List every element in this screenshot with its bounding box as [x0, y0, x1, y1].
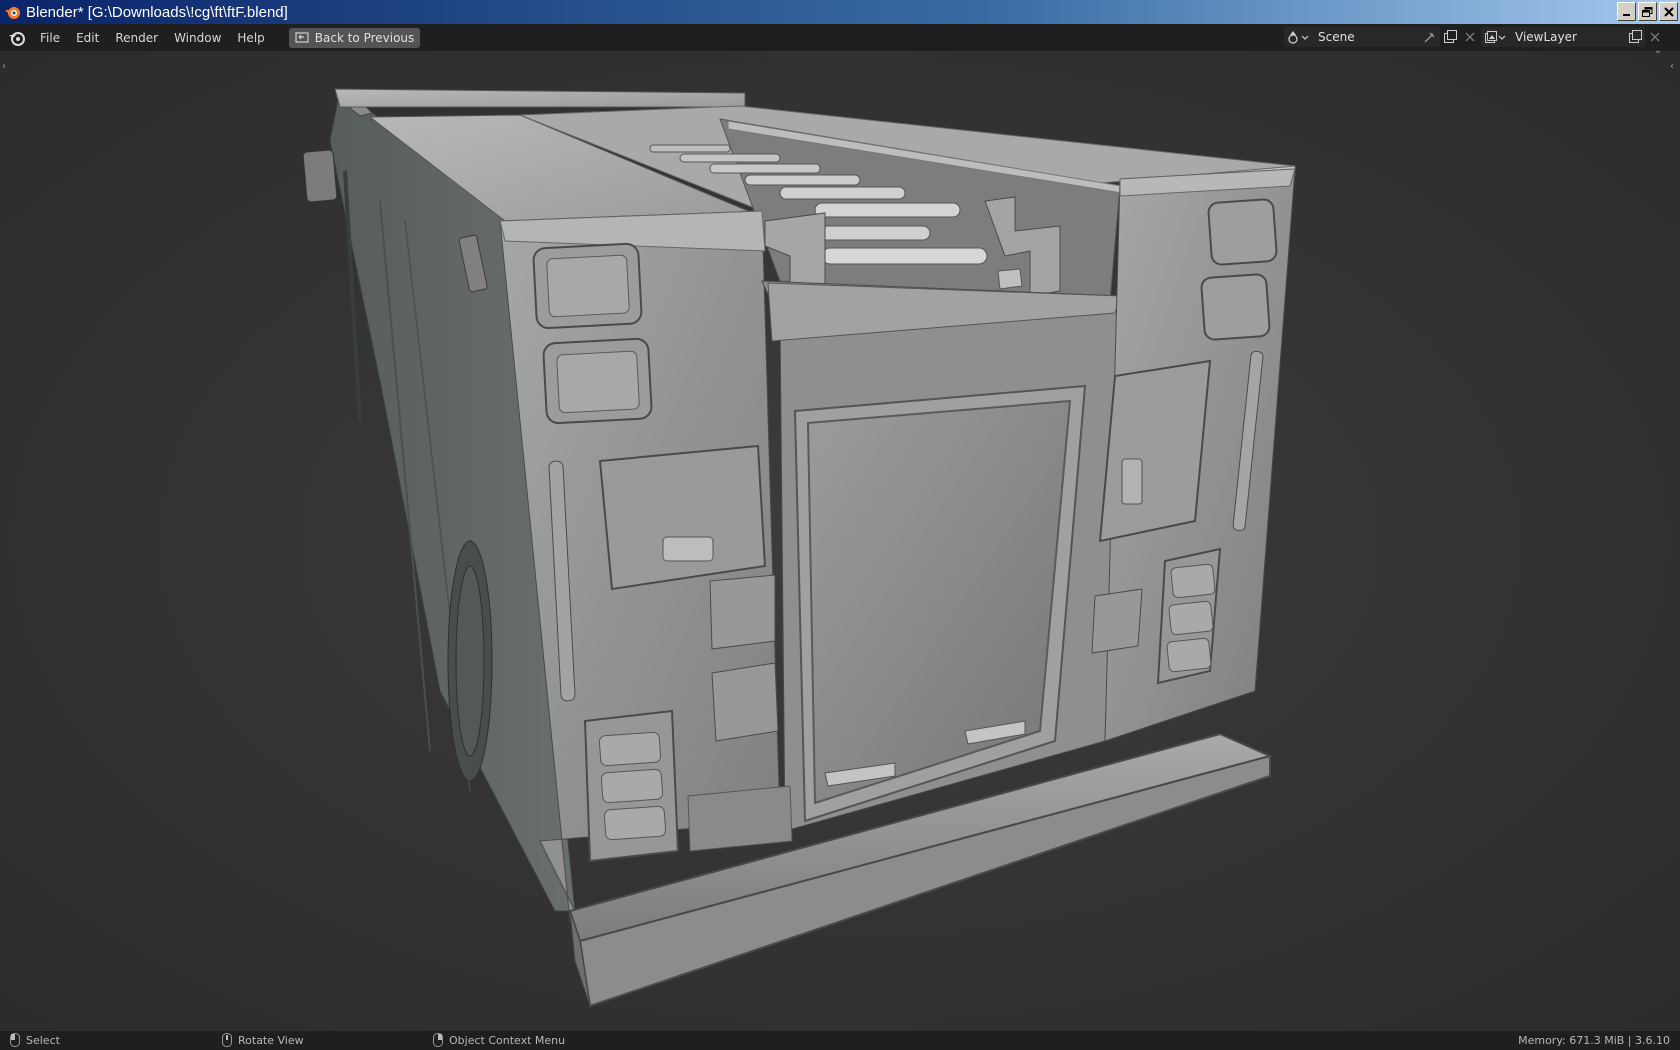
scene-icon: [1288, 31, 1309, 44]
viewlayer-selector[interactable]: ViewLayer: [1481, 27, 1665, 47]
status-rotate-label: Rotate View: [238, 1033, 304, 1047]
restore-button[interactable]: [1638, 2, 1657, 21]
status-rotate-hint: Rotate View: [222, 1033, 304, 1047]
mouse-right-icon: [433, 1033, 443, 1047]
screen-back-icon: [295, 31, 309, 43]
back-to-previous-label: Back to Previous: [314, 30, 415, 45]
scene-delete-button[interactable]: [1460, 27, 1480, 47]
restore-icon: [1642, 6, 1653, 17]
close-window-button[interactable]: [1659, 2, 1678, 21]
viewlayer-icon: [1485, 31, 1506, 43]
scene-name-field[interactable]: Scene: [1312, 27, 1420, 47]
memory-version-readout: Memory: 671.3 MiB | 3.6.10: [1518, 1034, 1670, 1047]
status-bar: Select Rotate View Object Context Menu M…: [0, 1031, 1680, 1050]
status-context-hint: Object Context Menu: [433, 1033, 565, 1047]
status-select-hint: Select: [10, 1033, 60, 1047]
menu-help[interactable]: Help: [229, 27, 272, 49]
window-titlebar[interactable]: Blender* [G:\Downloads\!cg\ft\ftF.blend]: [0, 0, 1680, 24]
menu-edit[interactable]: Edit: [68, 27, 107, 49]
menu-render[interactable]: Render: [107, 27, 166, 49]
scene-new-button[interactable]: [1440, 27, 1460, 47]
menu-file[interactable]: File: [32, 27, 68, 49]
back-to-previous-button[interactable]: Back to Previous: [288, 27, 421, 48]
viewlayer-name-field[interactable]: ViewLayer: [1509, 27, 1625, 47]
mouse-middle-icon: [222, 1033, 232, 1047]
close-icon: [1650, 32, 1660, 42]
scene-selector[interactable]: Scene: [1284, 27, 1480, 47]
viewlayer-delete-button[interactable]: [1645, 27, 1665, 47]
viewlayer-browse-button[interactable]: [1481, 27, 1509, 47]
3d-viewport[interactable]: › ‹ ⌄: [0, 45, 1680, 1031]
close-icon: [1663, 6, 1674, 17]
mouse-left-icon: [10, 1033, 20, 1047]
new-icon: [1444, 30, 1457, 43]
fire-truck-model: [302, 88, 1296, 1008]
viewlayer-new-button[interactable]: [1625, 27, 1645, 47]
status-select-label: Select: [26, 1033, 60, 1047]
window-title: Blender* [G:\Downloads\!cg\ft\ftF.blend]: [26, 3, 288, 21]
scene-browse-button[interactable]: [1284, 27, 1312, 47]
minimize-icon: [1622, 13, 1630, 16]
blender-logo-icon[interactable]: [8, 29, 26, 47]
new-icon: [1629, 30, 1642, 43]
close-icon: [1465, 32, 1475, 42]
scene-pin-button[interactable]: [1420, 27, 1440, 47]
status-context-label: Object Context Menu: [449, 1033, 566, 1047]
pin-icon: [1424, 32, 1435, 43]
blender-app-icon: [5, 7, 20, 19]
minimize-button[interactable]: [1617, 2, 1636, 21]
menu-window[interactable]: Window: [166, 27, 229, 49]
